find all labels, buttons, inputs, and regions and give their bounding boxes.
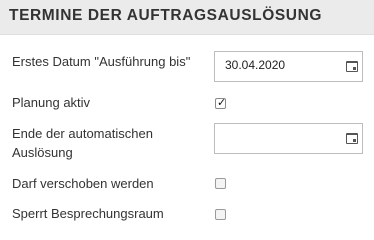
darf-verschoben-checkbox[interactable] [215,178,226,189]
erstes-datum-label: Erstes Datum "Ausführung bis" [12,54,191,69]
ende-ausloesung-label-line1: Ende der automatischen [12,126,153,141]
section-header: TERMINE DER AUFTRAGSAUSLÖSUNG [0,0,374,35]
sperrt-raum-checkbox[interactable] [215,209,226,220]
planung-aktiv-label: Planung aktiv [12,95,91,110]
sperrt-raum-label: Sperrt Besprechungsraum [12,206,164,221]
erstes-datum-field[interactable]: 30.04.2020 [214,51,363,82]
calendar-icon[interactable] [346,61,358,72]
checkmark-icon: ✓ [217,97,227,109]
planung-aktiv-checkbox[interactable]: ✓ [215,97,227,109]
calendar-icon[interactable] [346,133,358,144]
section-title: TERMINE DER AUFTRAGSAUSLÖSUNG [9,7,323,24]
erstes-datum-value[interactable]: 30.04.2020 [225,58,285,72]
darf-verschoben-label: Darf verschoben werden [12,176,154,191]
ende-ausloesung-label-line2: Auslösung [12,145,73,160]
ende-ausloesung-field[interactable] [214,123,363,154]
